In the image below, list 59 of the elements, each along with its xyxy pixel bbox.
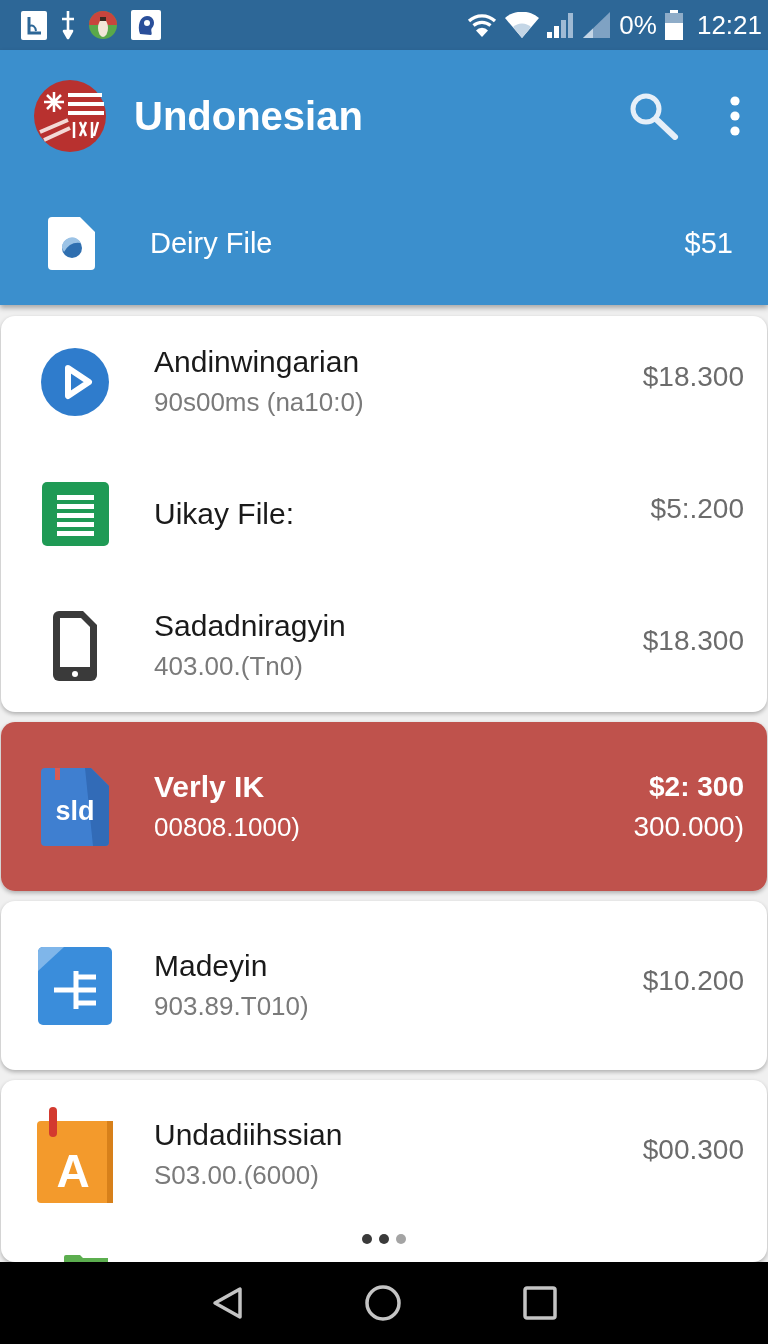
item-amount: $18.300 — [642, 360, 744, 394]
item-subtitle: 00808.1000) — [154, 810, 302, 844]
list-tile-icon — [38, 946, 112, 1025]
file-label: Deiry File — [150, 227, 274, 260]
item-title: Verly IK — [154, 768, 266, 805]
wifi-icon — [505, 12, 540, 38]
home-icon — [365, 1285, 401, 1321]
icon-label: A — [56, 1145, 90, 1197]
list-item[interactable]: sld Verly IK 00808.1000) $2: 300 300.000) — [1, 722, 767, 891]
search-button[interactable] — [628, 92, 680, 140]
battery-percent: 0% — [619, 10, 657, 40]
list-item[interactable]: A Undadiihssian S03.00.(6000) $00.300 — [1, 1080, 767, 1230]
signal-icon — [547, 12, 576, 38]
picture-tile-icon — [131, 10, 161, 40]
battery-icon — [664, 10, 683, 40]
striped-logo-icon — [34, 80, 106, 152]
search-icon — [628, 92, 680, 140]
item-title: Andinwingarian — [154, 344, 361, 380]
item-subtitle: 903.89.T010) — [154, 989, 310, 1023]
folder-icon — [64, 1255, 108, 1262]
back-button[interactable] — [211, 1286, 243, 1320]
item-title: Undadiihssian — [154, 1117, 344, 1153]
item-title: Uikay File: — [154, 496, 296, 532]
list-item[interactable]: Uikay File: $5:.200 — [1, 448, 767, 580]
bookmark-icon — [49, 1107, 57, 1137]
clock: 12:21 — [696, 10, 762, 40]
item-amount: $00.300 — [642, 1133, 744, 1167]
item-subtitle: S03.00.(6000) — [154, 1159, 320, 1192]
home-button[interactable] — [365, 1285, 401, 1321]
item-amount: 300.000) — [633, 809, 744, 844]
recents-icon — [523, 1286, 557, 1320]
item-amount: $2: 300 — [649, 769, 744, 804]
cross-arrow-icon — [61, 10, 75, 40]
icon-label: sld — [55, 795, 95, 826]
round-app-icon — [89, 11, 117, 39]
list-item[interactable]: Andinwingarian 90s00ms (na10:0) $18.300 — [1, 316, 767, 448]
item-amount: $18.300 — [642, 624, 744, 658]
app-tile-icon — [21, 10, 47, 40]
recents-button[interactable] — [523, 1286, 557, 1320]
play-icon — [41, 348, 109, 416]
app-title: Undonesian — [134, 93, 364, 139]
item-subtitle: 403.00.(Tn0) — [154, 650, 304, 683]
list-item[interactable]: Madeyin 903.89.T010) $10.200 — [1, 901, 767, 1070]
item-title: Madeyin — [154, 947, 269, 984]
bookmark-icon — [55, 767, 60, 780]
lines-tile-icon — [41, 482, 109, 546]
phone-icon — [53, 611, 97, 681]
document-icon — [48, 217, 95, 270]
wifi-icon — [467, 13, 498, 37]
list-item[interactable]: Sadadniragyin 403.00.(Tn0) $18.300 — [1, 580, 767, 712]
item-title: Sadadniragyin — [154, 608, 347, 644]
more-button[interactable] — [730, 96, 740, 136]
signal-icon — [583, 12, 612, 38]
item-subtitle: 90s00ms (na10:0) — [154, 386, 365, 419]
back-icon — [211, 1286, 243, 1320]
more-icon — [730, 96, 740, 136]
file-amount: $51 — [684, 227, 733, 260]
item-amount: $10.200 — [642, 963, 744, 998]
item-amount: $5:.200 — [650, 492, 744, 526]
